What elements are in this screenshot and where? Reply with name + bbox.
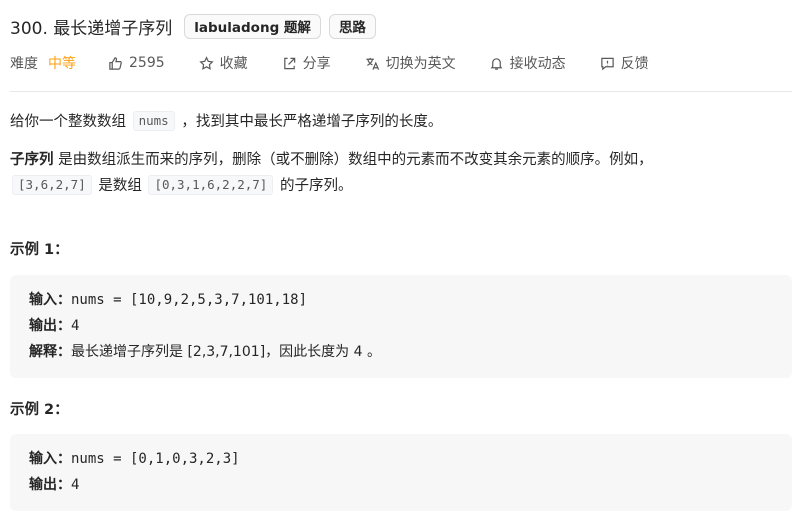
divider: [10, 91, 792, 92]
collect-button[interactable]: 收藏: [199, 53, 248, 73]
bell-icon: [489, 56, 504, 71]
meta-row: 难度 中等 2595 收藏 分享 切换为英文 接收动态 反馈: [10, 52, 649, 74]
share-icon: [282, 56, 297, 71]
subsequence-term: 子序列: [10, 152, 54, 168]
description-paragraph-1: 给你一个整数数组 nums ，找到其中最长严格递增子序列的长度。: [10, 109, 442, 135]
inline-code-nums: nums: [132, 111, 175, 131]
explanation-label: 解释：: [29, 344, 71, 360]
difficulty-label: 难度: [10, 56, 38, 72]
problem-page: 300. 最长递增子序列 labuladong 题解 思路 难度 中等 2595…: [0, 0, 804, 531]
translate-icon: [365, 56, 380, 71]
input-value: nums = [10,9,2,5,3,7,101,18]: [71, 292, 308, 308]
translate-button[interactable]: 切换为英文: [365, 53, 456, 73]
inline-code-array: [0,3,1,6,2,2,7]: [148, 175, 274, 195]
like-button[interactable]: 2595: [108, 55, 165, 71]
title-row: 300. 最长递增子序列 labuladong 题解 思路: [10, 12, 376, 40]
follow-label: 接收动态: [509, 56, 566, 72]
example-2-output: 输出：4: [29, 472, 773, 498]
follow-button[interactable]: 接收动态: [489, 53, 566, 73]
share-label: 分享: [302, 56, 331, 72]
example-2-title: 示例 2：: [10, 402, 69, 418]
translate-label: 切换为英文: [385, 56, 456, 72]
inline-code-subsequence: [3,6,2,7]: [12, 175, 92, 195]
collect-label: 收藏: [219, 56, 248, 72]
description-text: 是数组: [98, 178, 142, 194]
input-value: nums = [0,1,0,3,2,3]: [71, 451, 240, 467]
output-label: 输出：: [29, 318, 71, 334]
example-1-output: 输出：4: [29, 313, 773, 339]
feedback-icon: [600, 56, 615, 71]
output-value: 4: [71, 318, 80, 334]
output-value: 4: [71, 477, 80, 493]
example-1-explanation: 解释：最长递增子序列是 [2,3,7,101]，因此长度为 4 。: [29, 339, 773, 365]
star-icon: [199, 55, 214, 71]
output-label: 输出：: [29, 477, 71, 493]
feedback-label: 反馈: [620, 56, 649, 72]
problem-title: 300. 最长递增子序列: [10, 18, 173, 39]
description-text: 的子序列。: [279, 178, 353, 194]
example-1-title: 示例 1：: [10, 242, 69, 258]
explanation-text: 最长递增子序列是 [2,3,7,101]，因此长度为 4 。: [71, 344, 381, 360]
example-2-input: 输入：nums = [0,1,0,3,2,3]: [29, 446, 773, 472]
input-label: 输入：: [29, 451, 71, 467]
share-button[interactable]: 分享: [282, 53, 331, 73]
description-text: ，找到其中最长严格递增子序列的长度。: [181, 114, 443, 130]
description-paragraph-2: 子序列 是由数组派生而来的序列，删除（或不删除）数组中的元素而不改变其余元素的顺…: [10, 147, 653, 173]
description-text: 给你一个整数数组: [10, 114, 126, 130]
description-paragraph-2-cont: [3,6,2,7] 是数组 [0,3,1,6,2,2,7] 的子序列。: [10, 173, 352, 199]
feedback-button[interactable]: 反馈: [600, 53, 649, 73]
difficulty-value: 中等: [48, 56, 76, 72]
tag-hint[interactable]: 思路: [328, 13, 376, 39]
input-label: 输入：: [29, 292, 71, 308]
tag-labuladong-solution[interactable]: labuladong 题解: [184, 13, 321, 39]
example-2-block: 输入：nums = [0,1,0,3,2,3] 输出：4: [10, 434, 792, 511]
example-1-input: 输入：nums = [10,9,2,5,3,7,101,18]: [29, 287, 773, 313]
thumbs-up-icon: [108, 56, 123, 71]
example-1-block: 输入：nums = [10,9,2,5,3,7,101,18] 输出：4 解释：…: [10, 275, 792, 378]
description-text: 是由数组派生而来的序列，删除（或不删除）数组中的元素而不改变其余元素的顺序。例如…: [58, 152, 653, 168]
like-count: 2595: [129, 55, 165, 71]
